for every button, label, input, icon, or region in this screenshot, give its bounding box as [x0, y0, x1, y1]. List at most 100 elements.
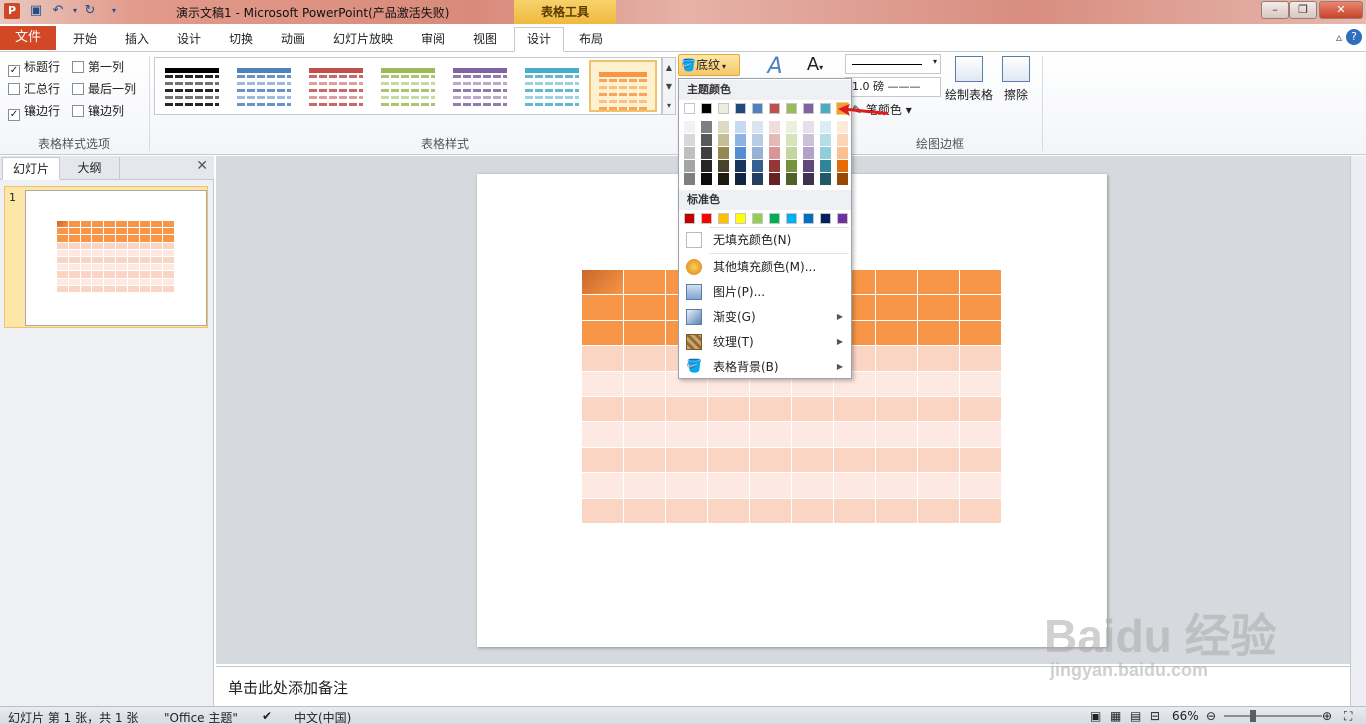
table-cell[interactable]: [139, 242, 151, 249]
checkbox-last-column[interactable]: 最后一列: [72, 80, 136, 97]
table-cell[interactable]: [57, 242, 68, 249]
theme-color-shade-swatch[interactable]: [718, 160, 729, 172]
theme-color-shade-swatch[interactable]: [786, 160, 797, 172]
table-cell[interactable]: [163, 242, 174, 249]
table-cell[interactable]: [104, 221, 115, 228]
table-cell[interactable]: [68, 228, 80, 235]
table-cell[interactable]: [92, 264, 104, 271]
table-cell[interactable]: [624, 295, 665, 320]
table-cell[interactable]: [582, 422, 623, 447]
table-cell[interactable]: [163, 228, 174, 235]
table-cell[interactable]: [68, 278, 80, 285]
table-cell[interactable]: [104, 257, 115, 264]
table-cell[interactable]: [918, 320, 959, 346]
table-cell[interactable]: [624, 320, 665, 346]
table-cell[interactable]: [116, 235, 127, 242]
table-cell[interactable]: [960, 498, 1001, 523]
undo-icon[interactable]: ↶: [50, 3, 66, 19]
table-style-2[interactable]: [235, 64, 293, 108]
theme-color-shade-swatch[interactable]: [803, 147, 814, 159]
theme-color-shade-swatch[interactable]: [837, 147, 848, 159]
table-cell[interactable]: [104, 285, 115, 292]
table-cell[interactable]: [57, 271, 68, 278]
slide-thumbnail-selected[interactable]: 1: [4, 186, 208, 328]
tab-home[interactable]: 开始: [60, 28, 110, 50]
tab-slideshow[interactable]: 幻灯片放映: [322, 28, 404, 50]
eraser-button[interactable]: 擦除: [998, 56, 1034, 103]
table-cell[interactable]: [918, 371, 959, 396]
standard-color-swatch[interactable]: [803, 213, 814, 224]
table-cell[interactable]: [80, 264, 92, 271]
theme-color-shade-swatch[interactable]: [684, 173, 695, 185]
table-cell[interactable]: [80, 271, 92, 278]
table-cell[interactable]: [127, 285, 139, 292]
table-cell[interactable]: [151, 221, 163, 228]
table-cell[interactable]: [918, 422, 959, 447]
table-cell[interactable]: [139, 221, 151, 228]
table-cell[interactable]: [151, 278, 163, 285]
theme-color-shade-swatch[interactable]: [769, 160, 780, 172]
theme-color-shade-swatch[interactable]: [718, 134, 729, 146]
table-cell[interactable]: [750, 422, 791, 447]
table-cell[interactable]: [163, 278, 174, 285]
table-cell[interactable]: [80, 257, 92, 264]
table-cell[interactable]: [792, 422, 833, 447]
menu-item-no-fill[interactable]: 无填充颜色(N): [680, 228, 851, 252]
table-cell[interactable]: [876, 270, 917, 295]
table-cell[interactable]: [876, 498, 917, 523]
checkbox-header-row[interactable]: ✓ 标题行: [8, 58, 60, 77]
tab-outline[interactable]: 大纲: [60, 157, 120, 180]
table-cell[interactable]: [876, 473, 917, 498]
table-cell[interactable]: [960, 270, 1001, 295]
table-cell[interactable]: [834, 447, 875, 473]
table-cell[interactable]: [116, 271, 127, 278]
table-cell[interactable]: [104, 228, 115, 235]
theme-color-shade-swatch[interactable]: [684, 160, 695, 172]
table-cell[interactable]: [960, 447, 1001, 473]
table-cell[interactable]: [68, 235, 80, 242]
table-cell[interactable]: [582, 320, 623, 346]
zoom-slider[interactable]: [1224, 710, 1322, 722]
checkbox-total-row[interactable]: 汇总行: [8, 80, 60, 97]
theme-color-shade-swatch[interactable]: [752, 134, 763, 146]
table-cell[interactable]: [68, 271, 80, 278]
table-cell[interactable]: [127, 235, 139, 242]
checkbox-first-column[interactable]: 第一列: [72, 58, 124, 75]
table-cell[interactable]: [750, 498, 791, 523]
theme-color-shade-swatch[interactable]: [752, 147, 763, 159]
table-cell[interactable]: [624, 397, 665, 422]
theme-color-shade-swatch[interactable]: [803, 134, 814, 146]
table-cell[interactable]: [708, 422, 749, 447]
table-cell[interactable]: [139, 271, 151, 278]
table-cell[interactable]: [57, 257, 68, 264]
table-cell[interactable]: [80, 242, 92, 249]
zoom-in-icon[interactable]: ⊕: [1322, 709, 1332, 723]
table-cell[interactable]: [68, 285, 80, 292]
table-cell[interactable]: [582, 498, 623, 523]
table-cell[interactable]: [92, 257, 104, 264]
standard-color-swatch[interactable]: [786, 213, 797, 224]
zoom-slider-thumb[interactable]: [1250, 710, 1256, 722]
table-cell[interactable]: [960, 371, 1001, 396]
table-cell[interactable]: [104, 271, 115, 278]
table-cell[interactable]: [92, 228, 104, 235]
powerpoint-app-icon[interactable]: P: [4, 3, 20, 19]
theme-color-shade-swatch[interactable]: [769, 134, 780, 146]
slideshow-view-icon[interactable]: ⊟: [1150, 709, 1160, 723]
help-icon[interactable]: ?: [1346, 29, 1362, 45]
standard-color-swatch[interactable]: [820, 213, 831, 224]
table-cell[interactable]: [834, 397, 875, 422]
table-cell[interactable]: [68, 242, 80, 249]
table-style-5[interactable]: [451, 64, 509, 108]
standard-color-swatch[interactable]: [769, 213, 780, 224]
minimize-button[interactable]: –: [1261, 1, 1289, 19]
table-cell[interactable]: [792, 397, 833, 422]
checkbox-box[interactable]: [72, 83, 84, 95]
theme-color-shade-swatch[interactable]: [735, 173, 746, 185]
table-cell[interactable]: [151, 257, 163, 264]
table-cell[interactable]: [708, 397, 749, 422]
table-cell[interactable]: [116, 221, 127, 228]
theme-color-swatch[interactable]: [752, 103, 763, 114]
theme-color-shade-swatch[interactable]: [769, 121, 780, 133]
tab-file[interactable]: 文件: [0, 26, 56, 50]
